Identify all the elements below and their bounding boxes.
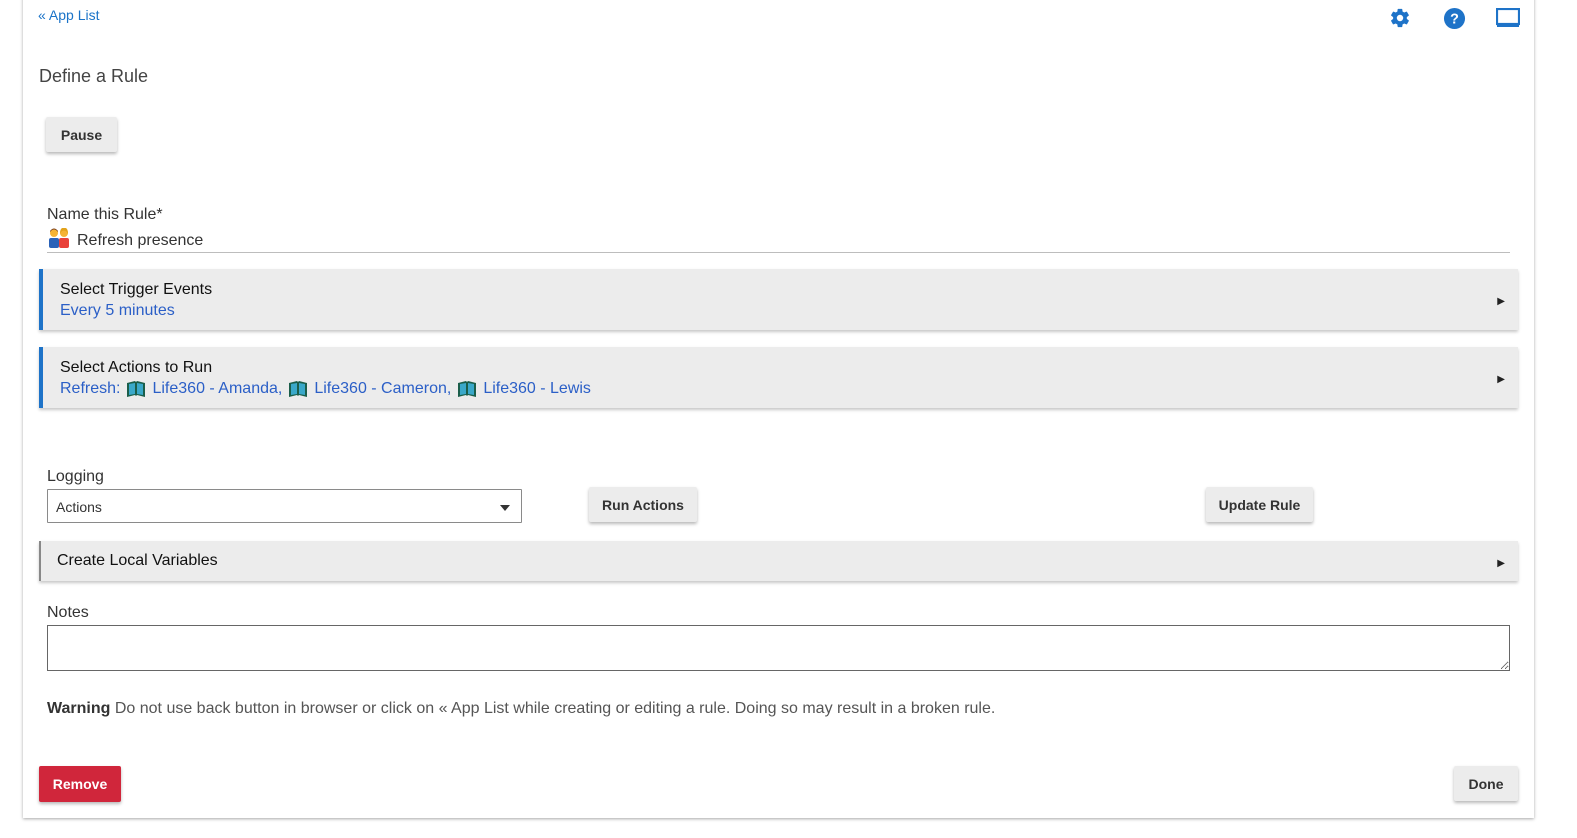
- device-name: Life360 - Lewis: [483, 380, 591, 397]
- device-name: Life360 - Amanda,: [152, 380, 283, 397]
- actions-summary: Refresh: Life360 - Amanda, Life360 - Cam…: [60, 380, 591, 398]
- warning-label: Warning: [47, 700, 111, 717]
- local-variables-heading: Create Local Variables: [57, 552, 218, 569]
- done-button[interactable]: Done: [1454, 766, 1518, 801]
- expand-arrow-icon: ▶: [1497, 296, 1505, 307]
- actions-prefix: Refresh:: [60, 380, 121, 397]
- dropdown-caret-icon: [500, 505, 510, 511]
- rule-name-label: Name this Rule*: [47, 206, 163, 223]
- people-emoji-icon: [47, 227, 71, 253]
- device-item: Life360 - Cameron,: [288, 380, 451, 398]
- actions-heading: Select Actions to Run: [60, 359, 213, 376]
- device-book-icon: [127, 381, 146, 397]
- logging-select[interactable]: Actions: [47, 489, 522, 523]
- monitor-icon[interactable]: [1494, 5, 1522, 31]
- notes-label: Notes: [47, 604, 89, 621]
- expand-arrow-icon: ▶: [1497, 374, 1505, 385]
- run-actions-button[interactable]: Run Actions: [589, 487, 697, 522]
- gear-icon[interactable]: [1386, 5, 1414, 31]
- svg-text:?: ?: [1450, 11, 1459, 27]
- trigger-events-heading: Select Trigger Events: [60, 281, 213, 298]
- warning-message: Warning Do not use back button in browse…: [47, 700, 995, 718]
- top-toolbar: ?: [1386, 5, 1522, 31]
- page-title: Define a Rule: [39, 66, 149, 86]
- app-list-link[interactable]: « App List: [38, 7, 100, 23]
- rule-name-field[interactable]: Refresh presence: [47, 227, 1510, 253]
- device-book-icon: [289, 381, 308, 397]
- pause-button[interactable]: Pause: [46, 117, 117, 152]
- rule-name-value: Refresh presence: [77, 231, 204, 249]
- device-item: Life360 - Amanda,: [126, 380, 282, 398]
- device-name: Life360 - Cameron,: [314, 380, 452, 397]
- help-icon[interactable]: ?: [1440, 5, 1468, 31]
- select-actions-section[interactable]: Select Actions to Run Refresh: Life360 -…: [39, 347, 1518, 408]
- logging-selected-value: Actions: [56, 499, 102, 515]
- logging-label: Logging: [47, 468, 104, 485]
- device-book-icon: [458, 381, 477, 397]
- rule-card: [23, 0, 1534, 818]
- warning-text: Do not use back button in browser or cli…: [110, 700, 996, 717]
- create-local-variables-section[interactable]: Create Local Variables ▶: [39, 541, 1518, 581]
- remove-button[interactable]: Remove: [39, 766, 121, 802]
- notes-textarea[interactable]: [47, 625, 1510, 671]
- trigger-summary: Every 5 minutes: [60, 302, 175, 319]
- select-trigger-events-section[interactable]: Select Trigger Events Every 5 minutes ▶: [39, 269, 1518, 330]
- update-rule-button[interactable]: Update Rule: [1206, 487, 1313, 522]
- device-item: Life360 - Lewis: [457, 380, 591, 398]
- expand-arrow-icon: ▶: [1497, 558, 1505, 569]
